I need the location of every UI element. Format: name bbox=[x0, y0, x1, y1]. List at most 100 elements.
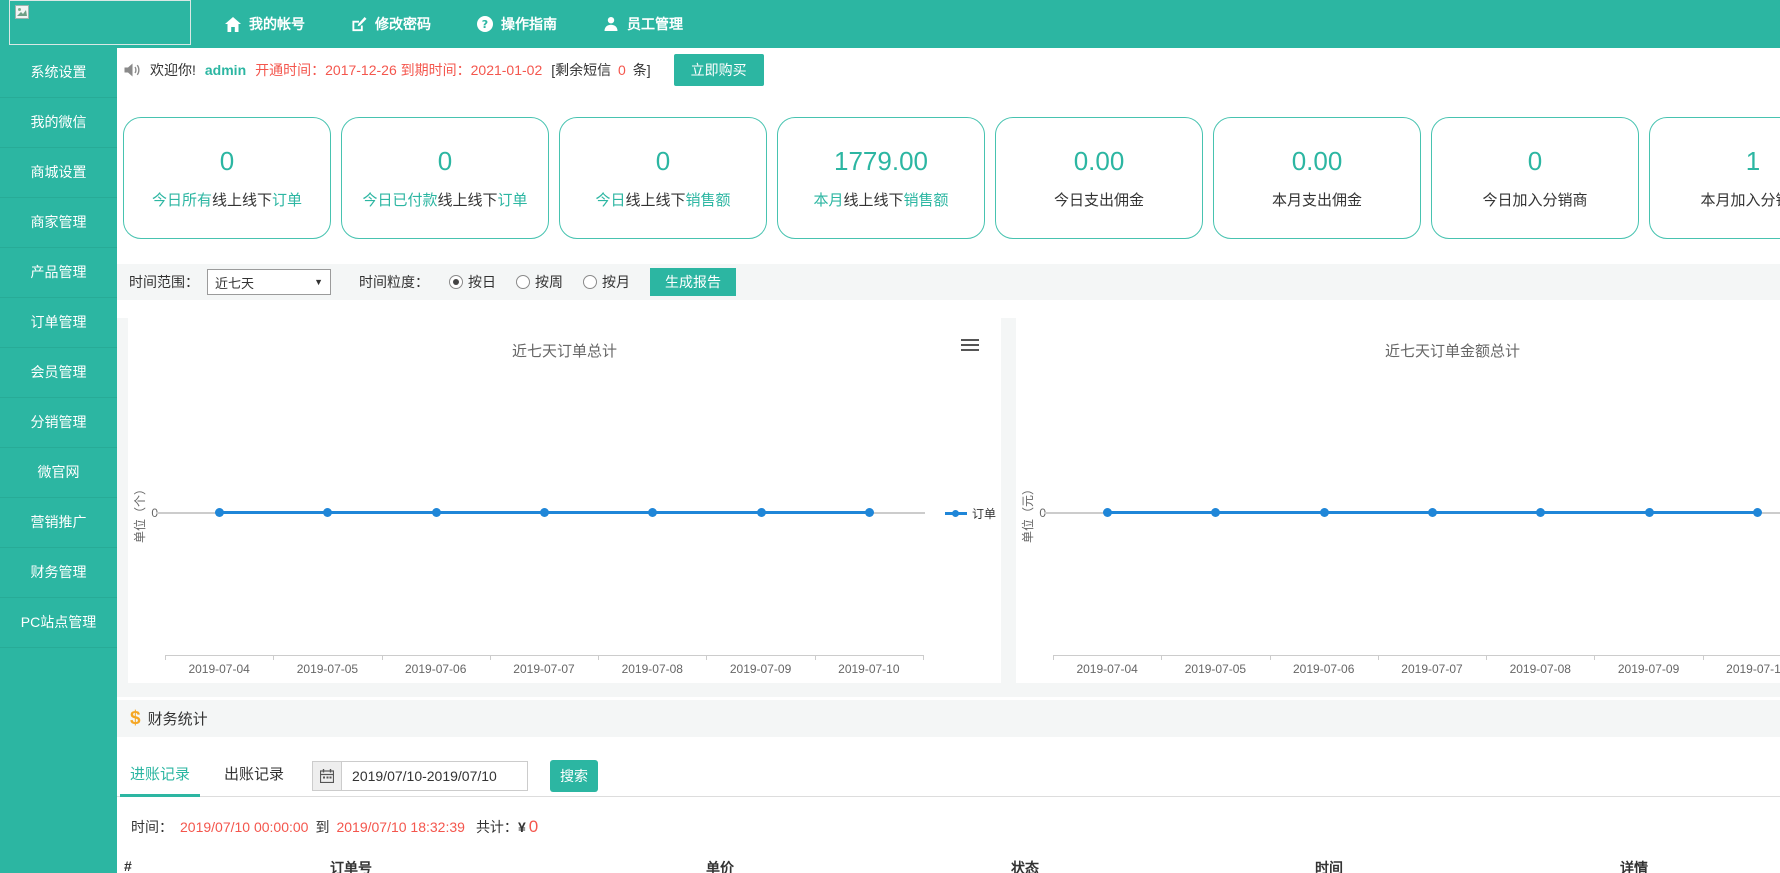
time-range-value: 近七天 bbox=[215, 273, 254, 292]
data-point bbox=[648, 508, 657, 517]
broken-image-icon bbox=[15, 5, 29, 19]
legend-marker-icon bbox=[945, 512, 967, 515]
sidebar-item[interactable]: 营销推广 bbox=[0, 498, 117, 548]
time-label: 时间： bbox=[131, 817, 173, 837]
finance-title: 财务统计 bbox=[148, 708, 208, 729]
sidebar-item[interactable]: PC站点管理 bbox=[0, 598, 117, 648]
dollar-icon: $ bbox=[130, 708, 141, 730]
sms-remaining: [剩余短信 0 条] bbox=[551, 60, 650, 80]
data-point bbox=[1645, 508, 1654, 517]
stat-card: 0.00 今日支出佣金 bbox=[995, 117, 1203, 239]
chart-menu-icon[interactable] bbox=[961, 339, 979, 354]
stat-label: 今日加入分销商 bbox=[1482, 189, 1587, 210]
x-axis-tick bbox=[1594, 655, 1595, 660]
stat-value: 0.00 bbox=[1292, 146, 1343, 177]
legend-label: 订单 bbox=[972, 505, 996, 522]
sidebar-item[interactable]: 商城设置 bbox=[0, 148, 117, 198]
time-start: 2019/07/10 00:00:00 bbox=[180, 819, 308, 835]
stat-card: 0 今日线上线下销售额 bbox=[559, 117, 767, 239]
stat-card: 0今日已付款线上线下订单 bbox=[341, 117, 549, 239]
sidebar-item[interactable]: 订单管理 bbox=[0, 298, 117, 348]
sidebar-item[interactable]: 产品管理 bbox=[0, 248, 117, 298]
calendar-addon[interactable] bbox=[312, 761, 342, 791]
x-axis-tick-label: 2019-07-08 bbox=[597, 662, 707, 676]
time-range-select[interactable]: 近七天 ▼ bbox=[207, 269, 331, 295]
x-axis-tick bbox=[1378, 655, 1379, 660]
nav-my-account[interactable]: 我的帐号 bbox=[225, 14, 305, 34]
records-table-header: #订单号单价状态时间详情 bbox=[117, 858, 1780, 873]
table-header-cell: # bbox=[124, 858, 330, 873]
sidebar-item[interactable]: 分销管理 bbox=[0, 398, 117, 448]
x-axis-tick-label: 2019-07-06 bbox=[381, 662, 491, 676]
data-point bbox=[1211, 508, 1220, 517]
sidebar-item[interactable]: 财务管理 bbox=[0, 548, 117, 598]
tab-income-records[interactable]: 进账记录 bbox=[120, 755, 200, 797]
welcome-bar: 欢迎你! admin 开通时间：2017-12-26 到期时间：2021-01-… bbox=[117, 48, 1780, 92]
nav-guide[interactable]: ? 操作指南 bbox=[477, 14, 557, 34]
total-amount: 0 bbox=[529, 817, 538, 837]
plot-area: 2019-07-042019-07-052019-07-062019-07-07… bbox=[1053, 318, 1780, 683]
edit-icon bbox=[351, 17, 367, 32]
sidebar-item[interactable]: 商家管理 bbox=[0, 198, 117, 248]
stat-value: 0 bbox=[656, 146, 670, 177]
stat-card: 0 今日加入分销商 bbox=[1431, 117, 1639, 239]
x-axis-tick-label: 2019-07-05 bbox=[272, 662, 382, 676]
nav-label: 我的帐号 bbox=[249, 14, 305, 34]
filter-bar: 时间范围： 近七天 ▼ 时间粒度： 按日按周按月 生成报告 bbox=[117, 264, 1780, 300]
legend-orders[interactable]: 订单 bbox=[945, 505, 996, 522]
orders-amount-chart: 近七天订单金额总计 单位（元） 0 2019-07-042019-07-0520… bbox=[1016, 318, 1780, 683]
time-summary-row: 时间： 2019/07/10 00:00:00 到 2019/07/10 18:… bbox=[117, 817, 1780, 837]
stat-value: 1779.00 bbox=[834, 146, 928, 177]
nav-staff[interactable]: 员工管理 bbox=[603, 14, 683, 34]
stat-card: 0 今日所有线上线下订单 bbox=[123, 117, 331, 239]
nav-change-password[interactable]: 修改密码 bbox=[351, 14, 431, 34]
stat-value: 0 bbox=[438, 146, 452, 177]
x-axis-tick bbox=[706, 655, 707, 660]
question-icon: ? bbox=[477, 16, 493, 32]
nav-label: 操作指南 bbox=[501, 14, 557, 34]
main-content: 欢迎你! admin 开通时间：2017-12-26 到期时间：2021-01-… bbox=[117, 48, 1780, 873]
x-axis-tick-label: 2019-07-09 bbox=[1594, 662, 1704, 676]
table-header-cell: 状态 bbox=[1011, 858, 1315, 873]
data-point bbox=[1428, 508, 1437, 517]
sidebar: 系统设置我的微信商城设置商家管理产品管理订单管理会员管理分销管理微官网营销推广财… bbox=[0, 48, 117, 873]
x-axis-tick-label: 2019-07-10 bbox=[814, 662, 924, 676]
data-point bbox=[323, 508, 332, 517]
sidebar-item[interactable]: 我的微信 bbox=[0, 98, 117, 148]
granularity-radio[interactable]: 按日 bbox=[449, 272, 496, 292]
stat-value: 0 bbox=[220, 146, 234, 177]
stat-label: 今日支出佣金 bbox=[1054, 189, 1144, 210]
granularity-radio[interactable]: 按月 bbox=[583, 272, 630, 292]
to-label: 到 bbox=[315, 817, 329, 837]
amount-chart-clip: 近七天订单金额总计 单位（元） 0 2019-07-042019-07-0520… bbox=[1016, 318, 1780, 683]
plot-area: 2019-07-042019-07-052019-07-062019-07-07… bbox=[165, 318, 923, 683]
stat-label: 今日线上线下销售额 bbox=[595, 189, 730, 210]
x-axis-tick-label: 2019-07-08 bbox=[1485, 662, 1595, 676]
x-axis-tick bbox=[273, 655, 274, 660]
stat-label: 本月支出佣金 bbox=[1272, 189, 1362, 210]
x-axis-tick-label: 2019-07-07 bbox=[1377, 662, 1487, 676]
data-point bbox=[1536, 508, 1545, 517]
buy-now-button[interactable]: 立即购买 bbox=[674, 54, 764, 86]
x-axis-tick bbox=[382, 655, 383, 660]
granularity-radio[interactable]: 按周 bbox=[516, 272, 563, 292]
search-button[interactable]: 搜索 bbox=[550, 760, 598, 792]
stat-value: 0.00 bbox=[1074, 146, 1125, 177]
table-header-cell: 订单号 bbox=[330, 858, 706, 873]
generate-report-button[interactable]: 生成报告 bbox=[650, 268, 736, 296]
x-axis-tick bbox=[923, 655, 924, 660]
x-axis-tick-label: 2019-07-04 bbox=[164, 662, 274, 676]
date-range-input[interactable] bbox=[342, 761, 528, 791]
stat-label: 今日所有线上线下订单 bbox=[152, 189, 302, 210]
sms-count: 0 bbox=[615, 62, 629, 78]
stat-card: 1779.00本月线上线下销售额 bbox=[777, 117, 985, 239]
tab-expense-records[interactable]: 出账记录 bbox=[214, 755, 294, 797]
stat-value: 0 bbox=[1528, 146, 1542, 177]
sidebar-item[interactable]: 系统设置 bbox=[0, 48, 117, 98]
time-range-label: 时间范围： bbox=[129, 272, 199, 292]
sidebar-item[interactable]: 会员管理 bbox=[0, 348, 117, 398]
sidebar-item[interactable]: 微官网 bbox=[0, 448, 117, 498]
granularity-options: 按日按周按月 bbox=[449, 272, 630, 292]
x-axis-tick bbox=[815, 655, 816, 660]
x-axis-tick bbox=[1703, 655, 1704, 660]
